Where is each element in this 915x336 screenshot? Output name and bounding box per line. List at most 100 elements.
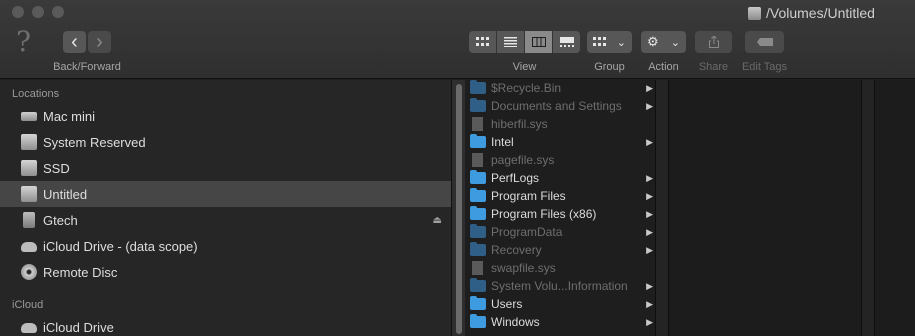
folder-icon bbox=[470, 80, 486, 94]
zoom-window-button[interactable] bbox=[52, 6, 64, 18]
sidebar-item-ssd[interactable]: SSD bbox=[0, 155, 451, 181]
column-view-icon bbox=[531, 37, 546, 47]
column-resize-handle[interactable] bbox=[861, 80, 875, 336]
back-button[interactable]: ‹ bbox=[63, 31, 86, 53]
list-item[interactable]: pagefile.sys bbox=[465, 151, 655, 169]
sidebar-item-icloud-drive[interactable]: iCloud Drive bbox=[0, 314, 451, 336]
window-title-text: /Volumes/Untitled bbox=[766, 5, 875, 21]
list-item[interactable]: Intel ▶ bbox=[465, 133, 655, 151]
empty-column bbox=[668, 80, 861, 336]
disclosure-arrow-icon: ▶ bbox=[646, 298, 653, 309]
folder-icon bbox=[470, 170, 486, 184]
edit-tags-label: Edit Tags bbox=[741, 61, 788, 73]
file-name: Program Files (x86) bbox=[491, 207, 597, 221]
list-item[interactable]: Program Files (x86) ▶ bbox=[465, 205, 655, 223]
list-item[interactable]: Recovery ▶ bbox=[465, 241, 655, 259]
folder-icon bbox=[470, 134, 486, 148]
folder-icon bbox=[470, 206, 486, 220]
list-item[interactable]: System Volu...Information ▶ bbox=[465, 277, 655, 295]
finder-window: /Volumes/Untitled ? ‹ › Back/Forward Vie… bbox=[0, 0, 915, 336]
column-divider bbox=[861, 80, 862, 336]
folder-icon bbox=[470, 98, 486, 112]
chevron-down-icon: ⌄ bbox=[616, 36, 626, 49]
forward-button[interactable]: › bbox=[88, 31, 111, 53]
sidebar-item-gtech[interactable]: Gtech ⏏ bbox=[0, 207, 451, 233]
list-view-icon bbox=[504, 37, 517, 47]
file-name: Windows bbox=[491, 315, 540, 329]
list-item[interactable]: Program Files ▶ bbox=[465, 187, 655, 205]
eject-icon[interactable]: ⏏ bbox=[433, 215, 442, 226]
empty-column bbox=[875, 80, 915, 336]
list-item[interactable]: Documents and Settings ▶ bbox=[465, 97, 655, 115]
share-icon bbox=[708, 36, 719, 48]
sidebar-item-untitled[interactable]: Untitled bbox=[0, 181, 451, 207]
disclosure-arrow-icon: ▶ bbox=[646, 136, 653, 147]
group-label: Group bbox=[594, 61, 625, 73]
list-item[interactable]: ProgramData ▶ bbox=[465, 223, 655, 241]
sidebar: Locations Mac mini System Reserved SSD U… bbox=[0, 80, 451, 336]
column-resize-handle[interactable] bbox=[656, 80, 668, 336]
help-icon[interactable]: ? bbox=[16, 28, 31, 56]
sidebar-item-label: iCloud Drive bbox=[43, 319, 114, 335]
column-divider bbox=[655, 80, 656, 336]
action-button[interactable]: ⚙ ⌄ bbox=[641, 31, 686, 53]
edit-tags-button[interactable] bbox=[745, 31, 784, 53]
list-item[interactable]: Users ▶ bbox=[465, 295, 655, 313]
gallery-view-icon bbox=[559, 37, 574, 47]
list-item[interactable]: $Recycle.Bin ▶ bbox=[465, 79, 655, 97]
list-item[interactable]: hiberfil.sys bbox=[465, 115, 655, 133]
disk-icon bbox=[21, 134, 37, 150]
sidebar-item-label: Mac mini bbox=[43, 108, 96, 124]
file-icon bbox=[472, 117, 483, 131]
sidebar-item-label: Untitled bbox=[43, 186, 88, 202]
folder-icon bbox=[470, 278, 486, 292]
column-divider bbox=[668, 80, 669, 336]
column-view-button[interactable] bbox=[525, 31, 552, 53]
list-item[interactable]: PerfLogs ▶ bbox=[465, 169, 655, 187]
file-name: pagefile.sys bbox=[491, 153, 555, 167]
file-name: hiberfil.sys bbox=[491, 117, 548, 131]
minimize-window-button[interactable] bbox=[32, 6, 44, 18]
scrollbar-thumb[interactable] bbox=[456, 84, 462, 334]
disclosure-arrow-icon: ▶ bbox=[646, 316, 653, 327]
sidebar-splitter[interactable] bbox=[451, 80, 465, 336]
sidebar-item-label: Remote Disc bbox=[43, 264, 118, 280]
folder-icon bbox=[470, 242, 486, 256]
folder-icon bbox=[470, 296, 486, 310]
folder-icon bbox=[470, 314, 486, 328]
view-label: View bbox=[512, 61, 537, 73]
sidebar-item-mac-mini[interactable]: Mac mini bbox=[0, 103, 451, 129]
list-view-button[interactable] bbox=[497, 31, 524, 53]
file-name: System Volu...Information bbox=[491, 279, 628, 293]
back-forward-group: ‹ › bbox=[63, 31, 111, 53]
icon-view-button[interactable] bbox=[469, 31, 496, 53]
close-window-button[interactable] bbox=[12, 6, 24, 18]
cloud-icon bbox=[21, 242, 37, 252]
external-disk-icon bbox=[23, 212, 35, 228]
folder-icon bbox=[470, 188, 486, 202]
sidebar-item-system-reserved[interactable]: System Reserved bbox=[0, 129, 451, 155]
view-mode-group bbox=[469, 31, 580, 53]
sidebar-header-icloud: iCloud bbox=[12, 299, 44, 311]
sidebar-item-label: SSD bbox=[43, 160, 70, 176]
folder-icon bbox=[470, 224, 486, 238]
mac-mini-icon bbox=[21, 111, 37, 121]
action-label: Action bbox=[648, 61, 679, 73]
file-name: Users bbox=[491, 297, 523, 311]
file-name: ProgramData bbox=[491, 225, 563, 239]
file-name: Recovery bbox=[491, 243, 542, 257]
file-icon bbox=[472, 153, 483, 167]
share-button[interactable] bbox=[695, 31, 732, 53]
disclosure-arrow-icon: ▶ bbox=[646, 172, 653, 183]
disclosure-arrow-icon: ▶ bbox=[646, 82, 653, 93]
sidebar-item-icloud-data-scope[interactable]: iCloud Drive - (data scope) bbox=[0, 233, 451, 259]
file-icon bbox=[472, 261, 483, 275]
group-button[interactable]: ⌄ bbox=[587, 31, 632, 53]
list-item[interactable]: swapfile.sys bbox=[465, 259, 655, 277]
sidebar-item-remote-disc[interactable]: Remote Disc bbox=[0, 259, 451, 285]
disclosure-arrow-icon: ▶ bbox=[646, 100, 653, 111]
gallery-view-button[interactable] bbox=[553, 31, 580, 53]
disclosure-arrow-icon: ▶ bbox=[646, 244, 653, 255]
list-item[interactable]: Windows ▶ bbox=[465, 313, 655, 331]
share-label: Share bbox=[698, 61, 729, 73]
